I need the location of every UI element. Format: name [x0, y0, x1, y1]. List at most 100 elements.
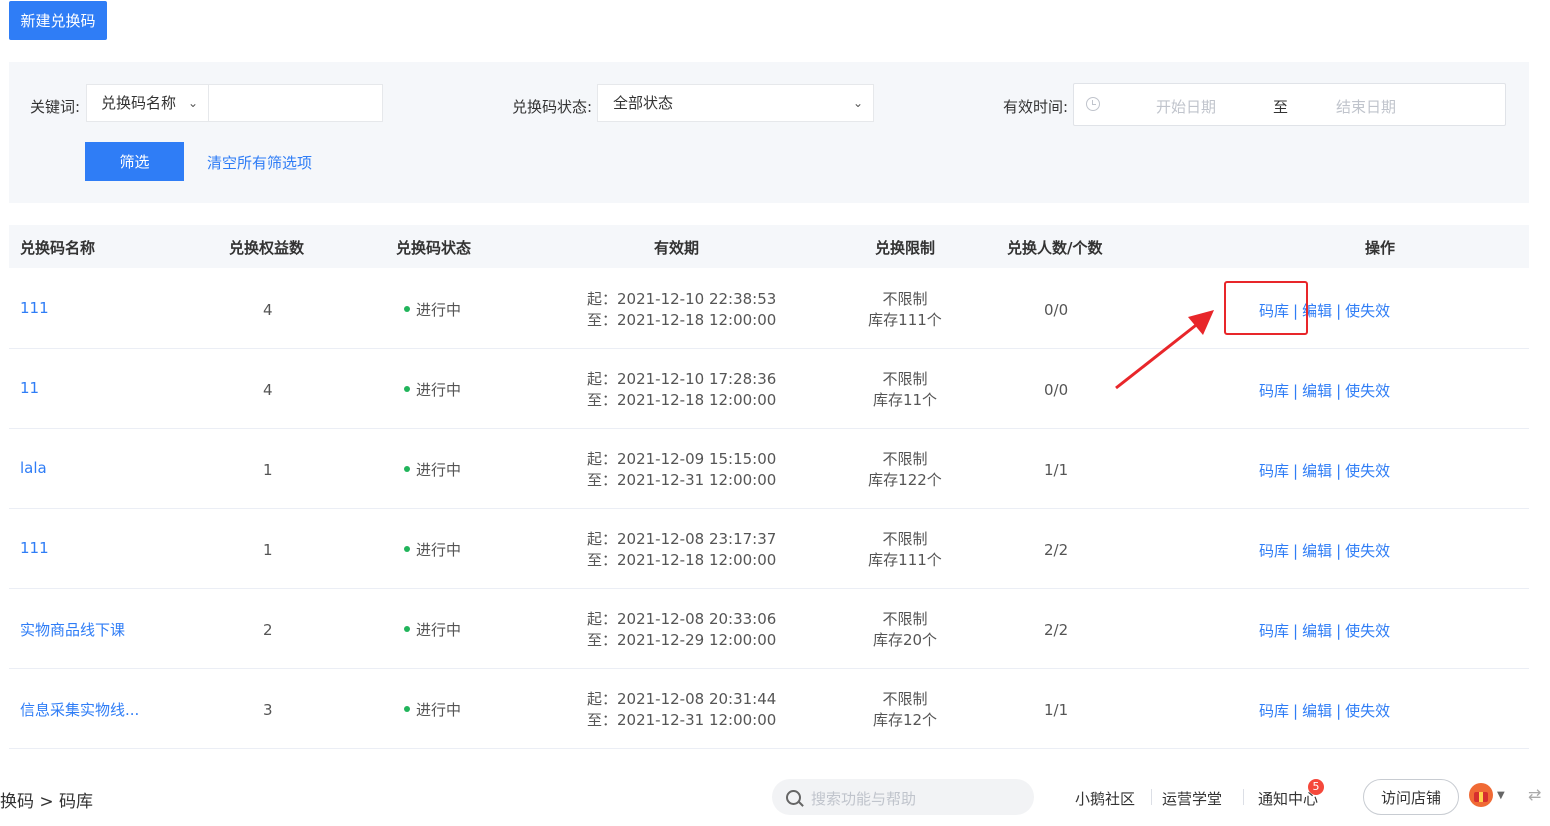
action-separator: |: [1293, 622, 1299, 640]
period-end: 至：2021-12-31 12:00:00: [587, 711, 777, 729]
period-start: 起：2021-12-10 22:38:53: [587, 290, 777, 308]
code-library-link[interactable]: 码库: [1259, 622, 1289, 640]
table-header: 兑换码名称 兑换权益数 兑换码状态 有效期 兑换限制 兑换人数/个数 操作: [9, 225, 1529, 268]
caret-down-icon[interactable]: ▼: [1497, 790, 1505, 801]
invalidate-link[interactable]: 使失效: [1345, 302, 1390, 320]
search-icon: [786, 790, 801, 805]
row-actions: 码库 | 编辑 | 使失效: [1259, 620, 1390, 641]
validity-period: 起：2021-12-09 15:15:00 至：2021-12-31 12:00:…: [587, 449, 776, 491]
new-code-button[interactable]: 新建兑换码: [9, 1, 107, 40]
date-range-picker[interactable]: 开始日期 至 结束日期: [1073, 83, 1506, 126]
action-separator: |: [1336, 302, 1342, 320]
code-library-link[interactable]: 码库: [1259, 462, 1289, 480]
period-start: 起：2021-12-09 15:15:00: [587, 450, 777, 468]
academy-link[interactable]: 运营学堂: [1162, 788, 1222, 809]
header-limit: 兑换限制: [875, 239, 936, 257]
switch-icon[interactable]: ⇄: [1528, 785, 1541, 804]
chevron-down-icon: ⌄: [187, 96, 198, 110]
header-name: 兑换码名称: [20, 239, 96, 257]
help-search-input[interactable]: 搜索功能与帮助: [772, 779, 1034, 815]
status-text: 进行中: [416, 461, 462, 479]
invalidate-link[interactable]: 使失效: [1345, 622, 1390, 640]
code-name-link[interactable]: 11: [20, 379, 39, 397]
code-name-link[interactable]: 实物商品线下课: [20, 619, 125, 640]
status-text: 进行中: [416, 381, 462, 399]
period-start: 起：2021-12-10 17:28:36: [587, 370, 777, 388]
keyword-type-value: 兑换码名称: [101, 94, 177, 112]
benefits-count: 4: [263, 381, 273, 399]
status-cell: 进行中: [404, 379, 461, 400]
code-name-link[interactable]: lala: [20, 459, 47, 477]
table-row: 实物商品线下课 2 进行中 起：2021-12-08 20:33:06 至：2021-1…: [9, 588, 1529, 669]
keyword-input[interactable]: [208, 84, 383, 122]
invalidate-link[interactable]: 使失效: [1345, 542, 1390, 560]
visit-store-button[interactable]: 访问店铺: [1363, 779, 1459, 815]
status-cell: 进行中: [404, 699, 461, 720]
edit-link[interactable]: 编辑: [1302, 622, 1332, 640]
status-text: 进行中: [416, 701, 462, 719]
invalidate-link[interactable]: 使失效: [1345, 702, 1390, 720]
status-text: 进行中: [416, 621, 462, 639]
code-name-link[interactable]: 111: [20, 539, 49, 557]
gift-icon[interactable]: [1469, 783, 1493, 807]
period-start: 起：2021-12-08 20:31:44: [587, 690, 777, 708]
table-row: lala 1 进行中 起：2021-12-09 15:15:00 至：2021-12-3…: [9, 428, 1529, 509]
period-end: 至：2021-12-29 12:00:00: [587, 631, 777, 649]
redeem-limit: 不限制 库存20个: [855, 609, 955, 651]
status-cell: 进行中: [404, 459, 461, 480]
code-library-link[interactable]: 码库: [1259, 542, 1289, 560]
stock-text: 库存11个: [872, 391, 938, 409]
header-count: 兑换人数/个数: [1007, 239, 1103, 257]
validity-period: 起：2021-12-10 22:38:53 至：2021-12-18 12:00:…: [587, 289, 776, 331]
filter-button[interactable]: 筛选: [85, 142, 184, 181]
redeem-limit: 不限制 库存111个: [855, 529, 955, 571]
range-separator: 至: [1273, 98, 1289, 116]
validity-period: 起：2021-12-08 20:31:44 至：2021-12-31 12:00:…: [587, 689, 776, 731]
status-label: 兑换码状态:: [512, 98, 593, 116]
breadcrumb: 换码 > 码库: [0, 792, 94, 812]
table-row: 信息采集实物线... 3 进行中 起：2021-12-08 20:31:44 至：202…: [9, 668, 1529, 749]
table-row: 111 1 进行中 起：2021-12-08 23:17:37 至：2021-12-18…: [9, 508, 1529, 589]
community-link[interactable]: 小鹅社区: [1075, 788, 1135, 809]
code-library-link[interactable]: 码库: [1259, 702, 1289, 720]
edit-link[interactable]: 编辑: [1302, 702, 1332, 720]
action-separator: |: [1336, 382, 1342, 400]
header-actions: 操作: [1365, 239, 1396, 257]
redeem-limit: 不限制 库存12个: [855, 689, 955, 731]
redeem-count: 1/1: [1044, 461, 1069, 479]
redeem-limit: 不限制 库存122个: [855, 449, 955, 491]
validity-period: 起：2021-12-08 20:33:06 至：2021-12-29 12:00:…: [587, 609, 776, 651]
action-separator: |: [1336, 702, 1342, 720]
limit-text: 不限制: [882, 290, 928, 308]
keyword-type-select[interactable]: 兑换码名称 ⌄: [86, 84, 209, 122]
header-benefits: 兑换权益数: [229, 239, 305, 257]
invalidate-link[interactable]: 使失效: [1345, 382, 1390, 400]
benefits-count: 3: [263, 701, 273, 719]
edit-link[interactable]: 编辑: [1302, 542, 1332, 560]
period-end: 至：2021-12-18 12:00:00: [587, 551, 777, 569]
start-date-input[interactable]: 开始日期: [1156, 96, 1216, 117]
redeem-count: 2/2: [1044, 621, 1069, 639]
action-separator: |: [1293, 382, 1299, 400]
stock-text: 库存111个: [868, 311, 942, 329]
code-name-link[interactable]: 信息采集实物线...: [20, 699, 139, 720]
validity-period: 起：2021-12-10 17:28:36 至：2021-12-18 12:00:…: [587, 369, 776, 411]
code-name-link[interactable]: 111: [20, 299, 49, 317]
period-start: 起：2021-12-08 20:33:06: [587, 610, 777, 628]
redeem-count: 0/0: [1044, 301, 1069, 319]
code-library-link[interactable]: 码库: [1259, 382, 1289, 400]
status-cell: 进行中: [404, 619, 461, 640]
divider: [1151, 789, 1152, 805]
edit-link[interactable]: 编辑: [1302, 382, 1332, 400]
clear-filters-link[interactable]: 清空所有筛选项: [207, 152, 312, 173]
clock-icon: [1086, 97, 1100, 111]
edit-link[interactable]: 编辑: [1302, 462, 1332, 480]
status-select[interactable]: 全部状态 ⌄: [597, 84, 874, 122]
limit-text: 不限制: [882, 450, 928, 468]
invalidate-link[interactable]: 使失效: [1345, 462, 1390, 480]
header-status: 兑换码状态: [396, 239, 472, 257]
header-period: 有效期: [654, 239, 700, 257]
redeem-count: 2/2: [1044, 541, 1069, 559]
end-date-input[interactable]: 结束日期: [1336, 96, 1396, 117]
status-dot-icon: [404, 705, 410, 712]
